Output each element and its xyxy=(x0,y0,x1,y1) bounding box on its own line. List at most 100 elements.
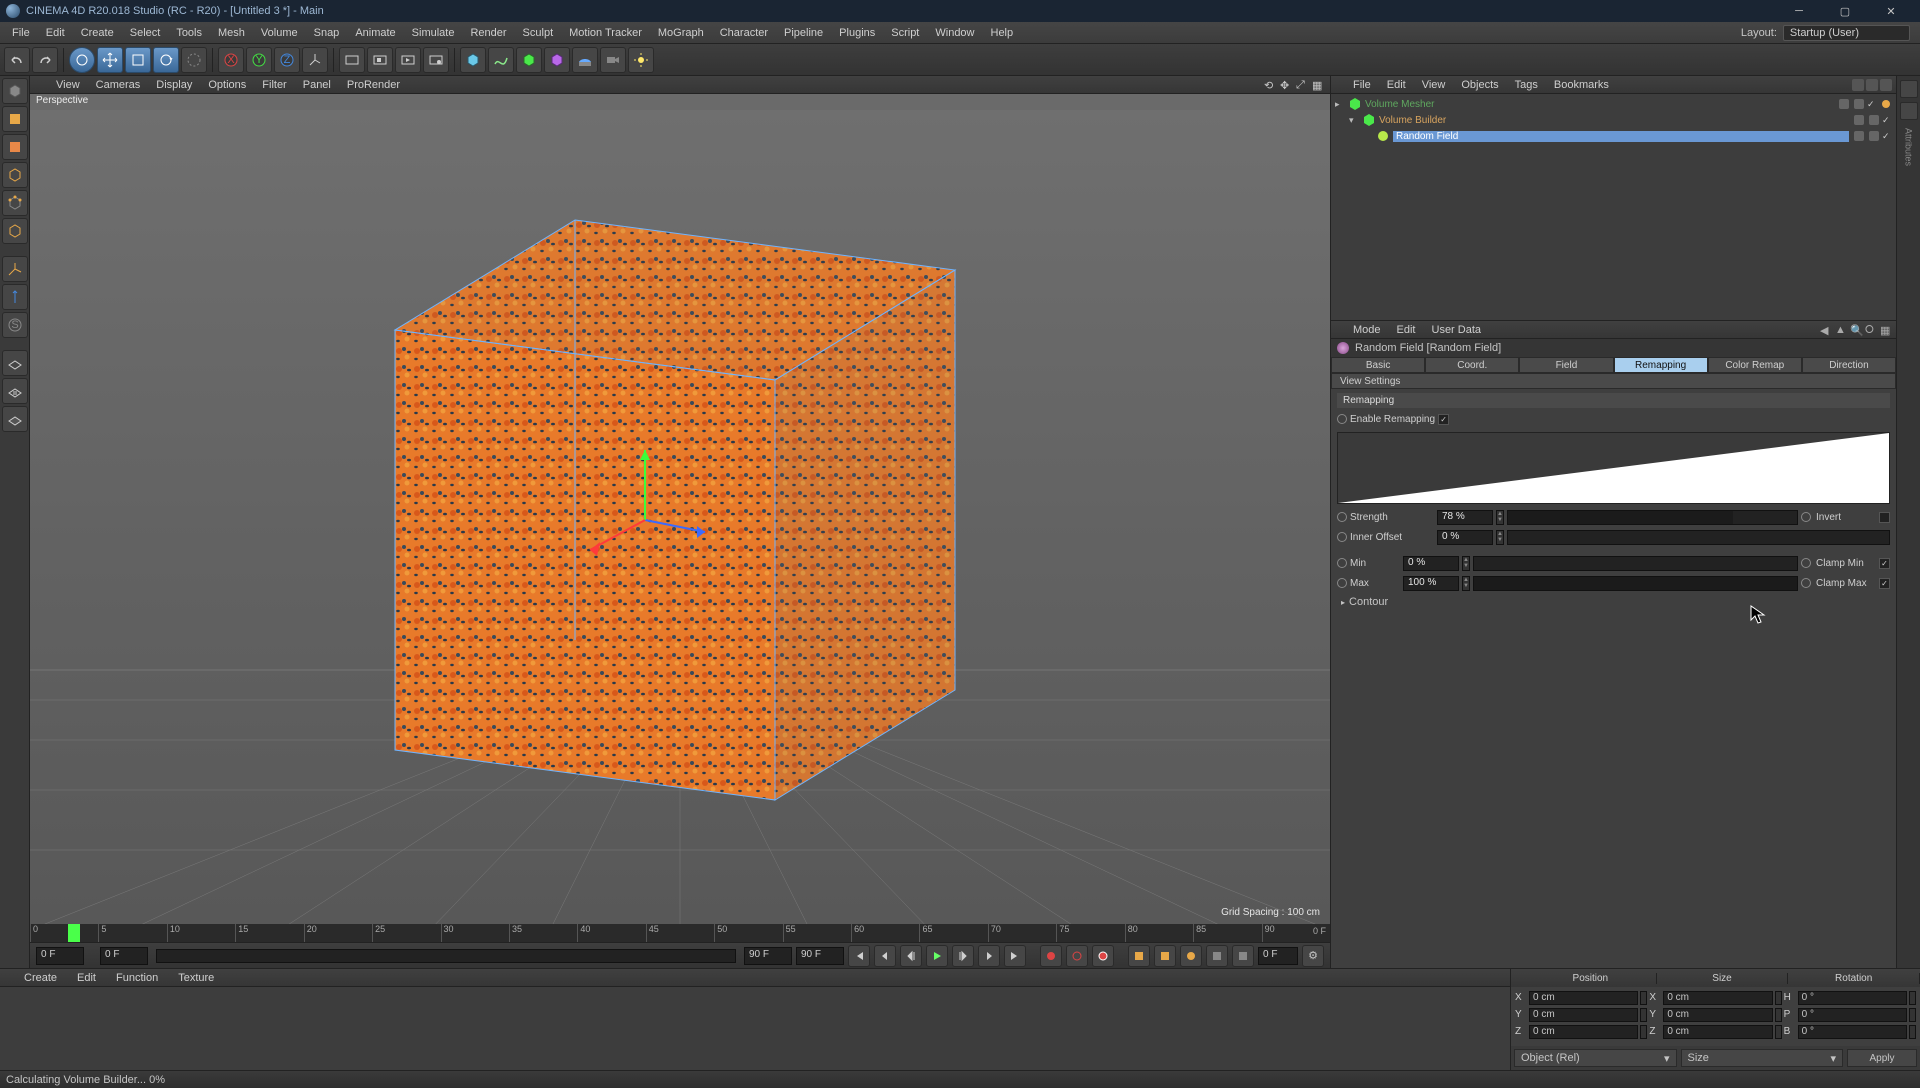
spinner[interactable] xyxy=(1909,1025,1916,1039)
strip-btn-1[interactable] xyxy=(1900,80,1918,98)
vis-render-dot[interactable] xyxy=(1854,99,1864,109)
render-region[interactable] xyxy=(367,47,393,73)
prev-frame-button[interactable] xyxy=(900,945,922,967)
rot-p-field[interactable]: 0 ° xyxy=(1798,1008,1907,1022)
menu-mesh[interactable]: Mesh xyxy=(210,24,253,42)
anim-ring-icon[interactable] xyxy=(1337,558,1347,568)
om-eye-icon[interactable] xyxy=(1866,79,1878,91)
max-value[interactable]: 100 % xyxy=(1403,576,1459,591)
strength-slider[interactable] xyxy=(1507,510,1798,525)
coord-system[interactable] xyxy=(302,47,328,73)
tab-color-remap[interactable]: Color Remap xyxy=(1708,357,1802,373)
max-slider[interactable] xyxy=(1473,576,1798,591)
current-frame-field[interactable]: 0 F xyxy=(1258,947,1298,965)
attr-menu-userdata[interactable]: User Data xyxy=(1424,322,1490,338)
maximize-button[interactable]: ▢ xyxy=(1822,0,1868,22)
locked-workplane[interactable] xyxy=(2,378,28,404)
tweak-mode[interactable] xyxy=(2,284,28,310)
tab-basic[interactable]: Basic xyxy=(1331,357,1425,373)
nav-rotate-icon[interactable]: ⟲ xyxy=(1264,79,1276,91)
last-tool[interactable] xyxy=(181,47,207,73)
preview-end-field[interactable]: 90 F xyxy=(744,947,792,965)
redo-button[interactable] xyxy=(32,47,58,73)
view-menu-cameras[interactable]: Cameras xyxy=(88,77,149,93)
enable-check[interactable]: ✓ xyxy=(1882,115,1892,125)
invert-checkbox[interactable] xyxy=(1879,512,1890,523)
om-menu-edit[interactable]: Edit xyxy=(1379,77,1414,93)
anim-ring-icon[interactable] xyxy=(1801,512,1811,522)
mat-menu-create[interactable]: Create xyxy=(14,970,67,986)
size-y-field[interactable]: 0 cm xyxy=(1663,1008,1772,1022)
nav-back-icon[interactable]: ◀ xyxy=(1820,324,1832,336)
record-button[interactable] xyxy=(1040,945,1062,967)
spinner[interactable] xyxy=(1775,991,1782,1005)
enable-remapping-checkbox[interactable] xyxy=(1438,414,1449,425)
texture-mode[interactable] xyxy=(2,134,28,160)
menu-file[interactable]: File xyxy=(4,24,38,42)
key-scale-button[interactable] xyxy=(1154,945,1176,967)
view-menu-prorender[interactable]: ProRender xyxy=(339,77,408,93)
min-spinner[interactable]: ▲▼ xyxy=(1462,556,1470,571)
nav-toggle-icon[interactable]: ▦ xyxy=(1312,79,1324,91)
menu-volume[interactable]: Volume xyxy=(253,24,306,42)
minimize-button[interactable]: ─ xyxy=(1776,0,1822,22)
tree-row-volume-builder[interactable]: ▾ Volume Builder ✓ xyxy=(1335,112,1892,128)
workplane[interactable] xyxy=(2,350,28,376)
material-list[interactable] xyxy=(0,987,1510,1070)
tab-field[interactable]: Field xyxy=(1519,357,1613,373)
pos-y-field[interactable]: 0 cm xyxy=(1529,1008,1638,1022)
anim-ring-icon[interactable] xyxy=(1801,558,1811,568)
min-slider[interactable] xyxy=(1473,556,1798,571)
om-menu-bookmarks[interactable]: Bookmarks xyxy=(1546,77,1617,93)
min-value[interactable]: 0 % xyxy=(1403,556,1459,571)
key-rot-button[interactable] xyxy=(1180,945,1202,967)
menu-window[interactable]: Window xyxy=(927,24,982,42)
max-spinner[interactable]: ▲▼ xyxy=(1462,576,1470,591)
object-name[interactable]: Volume Builder xyxy=(1379,115,1849,126)
point-mode[interactable] xyxy=(2,190,28,216)
menu-mograph[interactable]: MoGraph xyxy=(650,24,712,42)
contour-disclosure[interactable]: ▸ Contour xyxy=(1337,594,1890,610)
layout-selector[interactable]: Startup (User) xyxy=(1783,25,1910,41)
anim-ring-icon[interactable] xyxy=(1801,578,1811,588)
view-menu-panel[interactable]: Panel xyxy=(295,77,339,93)
pos-x-field[interactable]: 0 cm xyxy=(1529,991,1638,1005)
close-button[interactable]: ✕ xyxy=(1868,0,1914,22)
menu-edit[interactable]: Edit xyxy=(38,24,73,42)
attr-menu-edit[interactable]: Edit xyxy=(1389,322,1424,338)
strip-btn-2[interactable] xyxy=(1900,102,1918,120)
tree-row-volume-mesher[interactable]: ▸ Volume Mesher ✓ xyxy=(1335,96,1892,112)
spinner[interactable] xyxy=(1909,991,1916,1005)
anim-ring-icon[interactable] xyxy=(1337,414,1347,424)
spinner[interactable] xyxy=(1909,1008,1916,1022)
menu-character[interactable]: Character xyxy=(712,24,776,42)
attr-menu-mode[interactable]: Mode xyxy=(1345,322,1389,338)
goto-start-button[interactable] xyxy=(848,945,870,967)
object-mode[interactable] xyxy=(2,162,28,188)
pos-z-field[interactable]: 0 cm xyxy=(1529,1025,1638,1039)
nav-new-icon[interactable]: ▦ xyxy=(1880,324,1892,336)
spinner[interactable] xyxy=(1640,991,1647,1005)
remapping-curve[interactable] xyxy=(1337,432,1890,504)
anim-ring-icon[interactable] xyxy=(1337,532,1347,542)
om-menu-view[interactable]: View xyxy=(1414,77,1454,93)
start-frame-field[interactable]: 0 F xyxy=(36,947,84,965)
menu-simulate[interactable]: Simulate xyxy=(404,24,463,42)
axis-tool[interactable] xyxy=(2,256,28,282)
size-z-field[interactable]: 0 cm xyxy=(1663,1025,1772,1039)
render-view[interactable] xyxy=(339,47,365,73)
menu-script[interactable]: Script xyxy=(883,24,927,42)
view-menu-filter[interactable]: Filter xyxy=(254,77,294,93)
layer-icon[interactable] xyxy=(1880,98,1892,110)
timeline-scrub[interactable] xyxy=(156,949,736,963)
add-camera[interactable] xyxy=(600,47,626,73)
size-x-field[interactable]: 0 cm xyxy=(1663,991,1772,1005)
add-light[interactable] xyxy=(628,47,654,73)
next-key-button[interactable] xyxy=(978,945,1000,967)
nav-up-icon[interactable]: ▲ xyxy=(1835,324,1847,336)
scale-tool[interactable] xyxy=(125,47,151,73)
menu-select[interactable]: Select xyxy=(122,24,169,42)
coord-apply-button[interactable]: Apply xyxy=(1847,1049,1917,1067)
view-menu-display[interactable]: Display xyxy=(148,77,200,93)
coord-size-selector[interactable]: Size▾ xyxy=(1681,1049,1844,1067)
